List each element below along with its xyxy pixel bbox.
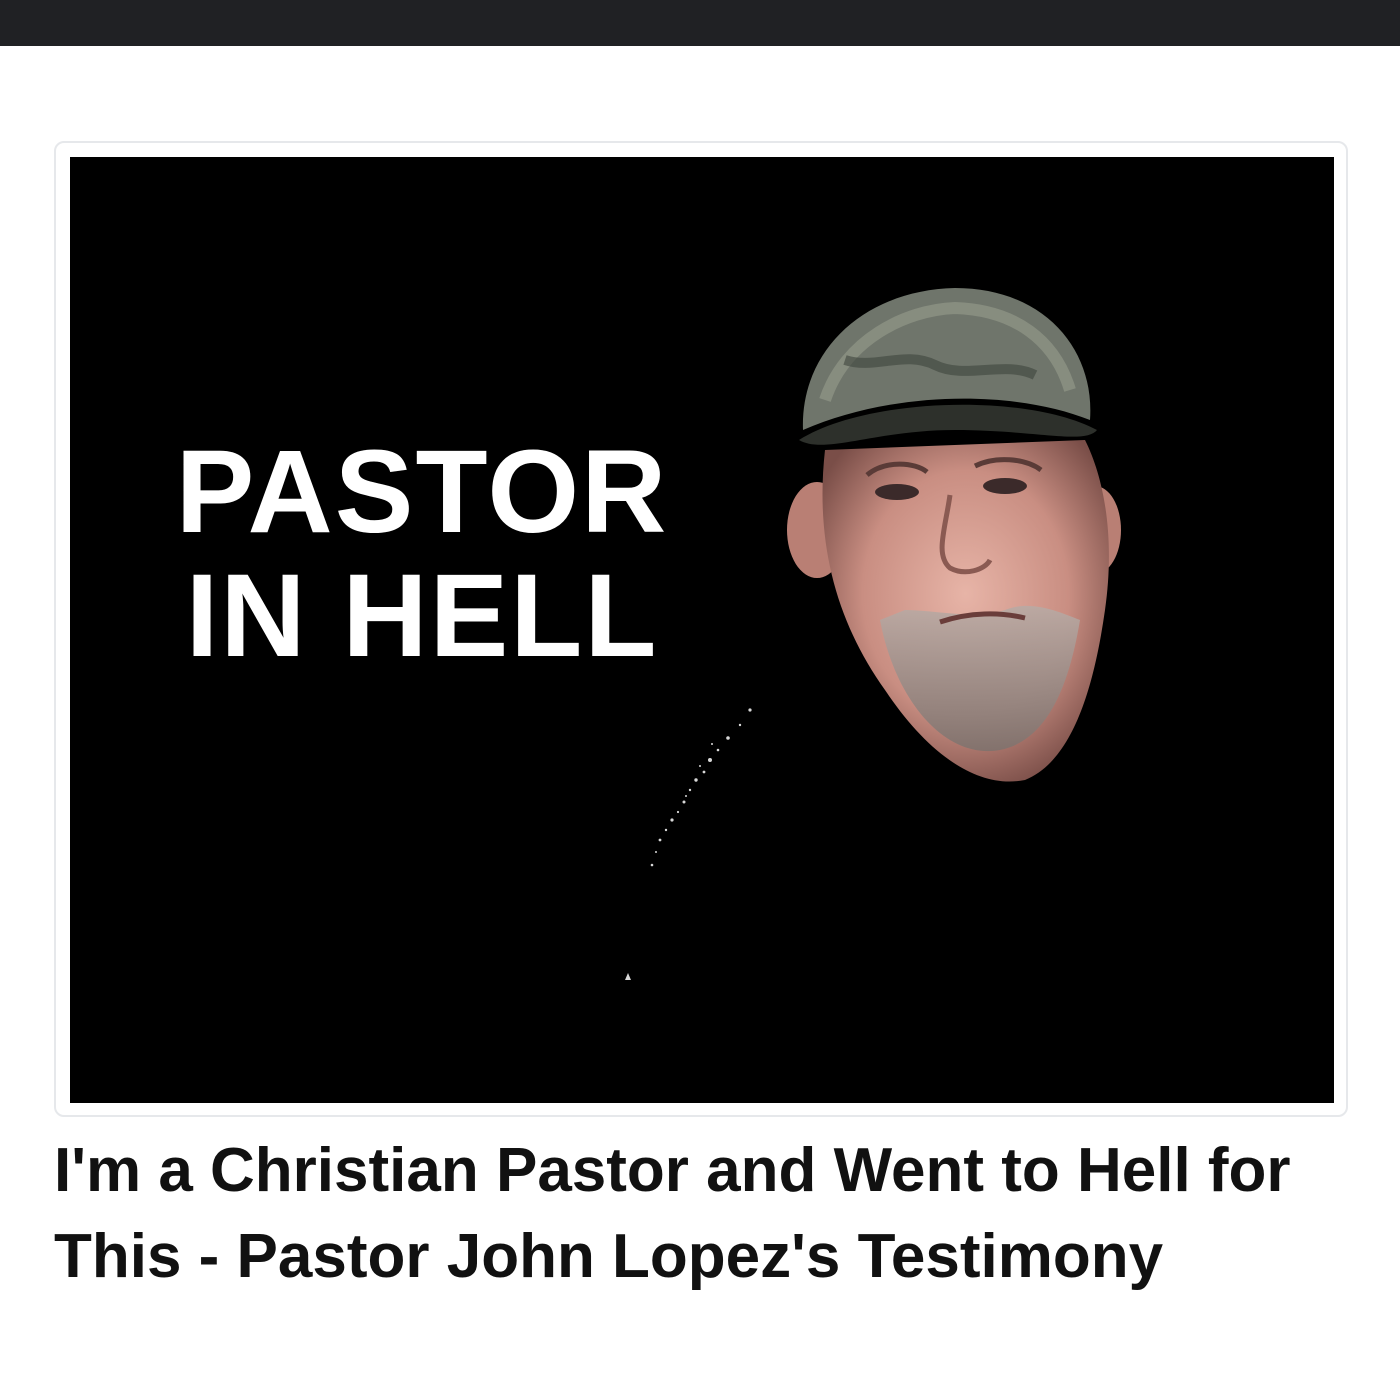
top-app-bar: [0, 0, 1400, 46]
thumbnail-overlay-line-1: PASTOR: [175, 426, 669, 558]
thumbnail-overlay-line-2: IN HELL: [185, 550, 659, 682]
thumbnail-sparkle-specks: [625, 708, 752, 980]
pastor-portrait-image: [787, 288, 1121, 782]
thumbnail-overlay-text: PASTOR IN HELL: [142, 430, 702, 678]
video-title[interactable]: I'm a Christian Pastor and Went to Hell …: [54, 1128, 1354, 1300]
